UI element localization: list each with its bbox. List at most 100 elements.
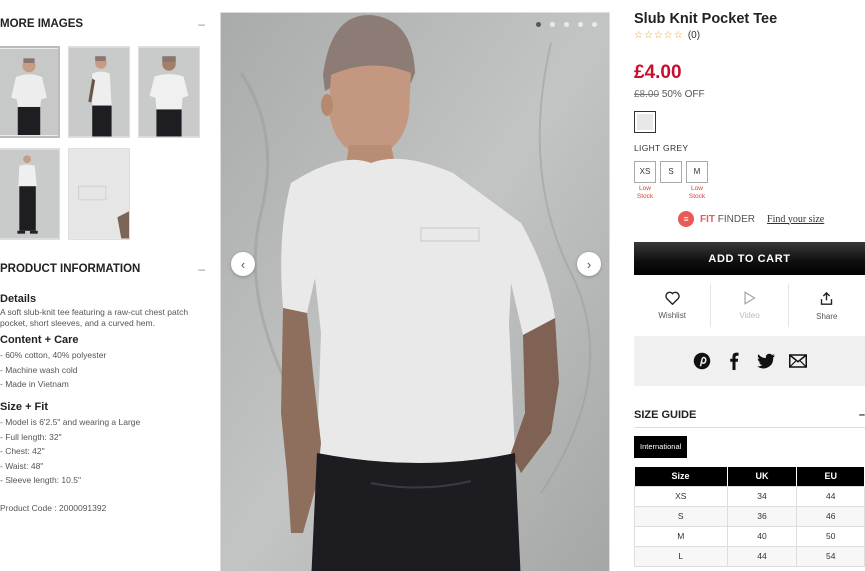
video-button[interactable]: Video [711, 284, 789, 327]
size-fit-item: - Sleeve length: 10.5" [0, 475, 81, 485]
share-button[interactable]: Share [789, 284, 865, 327]
size-fit-item: - Chest: 42" [0, 446, 45, 456]
main-product-image[interactable]: ‹ › [220, 12, 610, 571]
table-row: XS 34 44 [634, 485, 865, 507]
table-row: L 44 54 [634, 545, 865, 567]
content-care-section: Content + Care - 60% cotton, 40% polyest… [0, 334, 205, 392]
product-code: Product Code : 2000091392 [0, 503, 107, 513]
column-header: Size [634, 467, 728, 486]
share-icon [821, 291, 833, 305]
rating[interactable]: ☆☆☆☆☆ (0) [634, 30, 700, 41]
original-price-row: £8.00 50% OFF [634, 89, 705, 100]
carousel-dot[interactable] [550, 22, 555, 27]
thumbnail-3[interactable] [138, 46, 200, 138]
product-info-header[interactable]: PRODUCT INFORMATION – [0, 262, 205, 276]
fit-finder: ≡ FIT FINDER Find your size [678, 211, 824, 227]
facebook-icon[interactable] [725, 352, 743, 370]
product-photo [221, 13, 609, 571]
table-cell: 40 [726, 525, 798, 547]
add-to-cart-button[interactable]: ADD TO CART [634, 242, 865, 275]
collapse-icon[interactable]: – [198, 17, 205, 31]
current-price: £4.00 [634, 62, 682, 83]
thumbnail-2[interactable] [68, 46, 130, 138]
find-your-size-link[interactable]: Find your size [767, 214, 824, 225]
thumbnail-5[interactable] [68, 148, 130, 240]
prev-image-button[interactable]: ‹ [231, 252, 255, 276]
pinterest-icon[interactable] [693, 352, 711, 370]
size-label: XS [634, 161, 656, 183]
table-row: S 36 46 [634, 505, 865, 527]
content-item: - 60% cotton, 40% polyester [0, 350, 107, 360]
tab-international[interactable]: International [634, 436, 688, 458]
low-stock-label: Low Stock [636, 185, 654, 200]
next-image-button[interactable]: › [577, 252, 601, 276]
size-fit-item: - Full length: 32" [0, 431, 62, 442]
size-fit-section: Size + Fit - Model is 6'2.5" and wearing… [0, 401, 205, 488]
product-panel: Slub Knit Pocket Tee ☆☆☆☆☆ (0) £4.00 £8.… [634, 0, 865, 571]
size-fit-heading: Size + Fit [0, 401, 48, 413]
more-images-header[interactable]: MORE IMAGES – [0, 17, 205, 31]
wishlist-button[interactable]: Wishlist [634, 284, 712, 327]
share-label: Share [816, 311, 838, 321]
column-header: UK [727, 467, 798, 486]
fit-finder-brand: FIT FINDER [700, 213, 756, 225]
left-column: MORE IMAGES – PRODUCT INFORMATION – Deta… [0, 0, 210, 571]
carousel-dot[interactable] [592, 22, 597, 27]
table-cell: XS [634, 485, 728, 507]
size-guide-header[interactable]: SIZE GUIDE – [634, 409, 865, 421]
chevron-right-icon: › [586, 256, 592, 272]
review-count: (0) [687, 30, 701, 41]
carousel-dot[interactable] [536, 22, 541, 27]
chevron-left-icon: ‹ [240, 256, 246, 272]
size-label: M [686, 161, 708, 183]
table-row: M 40 50 [634, 525, 865, 547]
product-actions: Wishlist Video Share [634, 284, 865, 327]
fit-finder-logo-icon: ≡ [678, 211, 694, 227]
play-icon [744, 291, 756, 305]
discount-label: 50% OFF [661, 89, 705, 100]
divider [634, 427, 865, 428]
more-images-title: MORE IMAGES [0, 18, 84, 30]
color-swatch[interactable] [634, 111, 656, 133]
table-cell: S [634, 505, 728, 527]
size-selector: XS Low Stock S M Low Stock [634, 161, 708, 201]
content-care-heading: Content + Care [0, 334, 79, 346]
size-option-m[interactable]: M Low Stock [686, 161, 708, 201]
table-cell: 34 [726, 485, 798, 507]
table-cell: 44 [796, 485, 865, 507]
details-text: A soft slub-knit tee featuring a raw-cut… [0, 307, 189, 328]
table-cell: L [634, 545, 728, 567]
original-price: £8.00 [634, 89, 660, 100]
email-icon[interactable] [788, 352, 807, 370]
product-title: Slub Knit Pocket Tee [634, 11, 778, 27]
product-info-title: PRODUCT INFORMATION [0, 263, 141, 275]
table-cell: 46 [796, 505, 865, 527]
table-cell: 54 [796, 545, 865, 567]
collapse-icon[interactable]: – [198, 262, 205, 276]
table-cell: 44 [726, 545, 798, 567]
size-fit-item: - Model is 6'2.5" and wearing a Large [0, 417, 141, 427]
carousel-dot[interactable] [578, 22, 583, 27]
details-section: Details A soft slub-knit tee featuring a… [0, 293, 205, 329]
table-cell: M [634, 525, 728, 547]
swatch-fill [637, 114, 653, 130]
content-item: - Made in Vietnam [0, 379, 69, 389]
column-header: EU [796, 467, 865, 486]
social-share-bar [634, 336, 865, 386]
thumbnail-4[interactable] [0, 148, 60, 240]
collapse-icon[interactable]: – [859, 409, 865, 421]
star-icons: ☆☆☆☆☆ [634, 30, 684, 41]
size-option-xs[interactable]: XS Low Stock [634, 161, 656, 201]
size-guide-table: Size UK EU XS 34 44 S 36 46 M 40 50 L 44… [634, 467, 865, 567]
twitter-icon[interactable] [756, 352, 775, 370]
content-item: - Machine wash cold [0, 364, 78, 375]
table-cell: 36 [726, 505, 798, 527]
video-label: Video [739, 311, 760, 320]
carousel-dots [536, 22, 597, 27]
thumbnail-1[interactable] [0, 46, 60, 138]
carousel-dot[interactable] [564, 22, 569, 27]
size-option-s[interactable]: S [660, 161, 682, 201]
details-heading: Details [0, 293, 37, 305]
table-cell: 50 [796, 525, 865, 547]
size-label: S [660, 161, 682, 183]
